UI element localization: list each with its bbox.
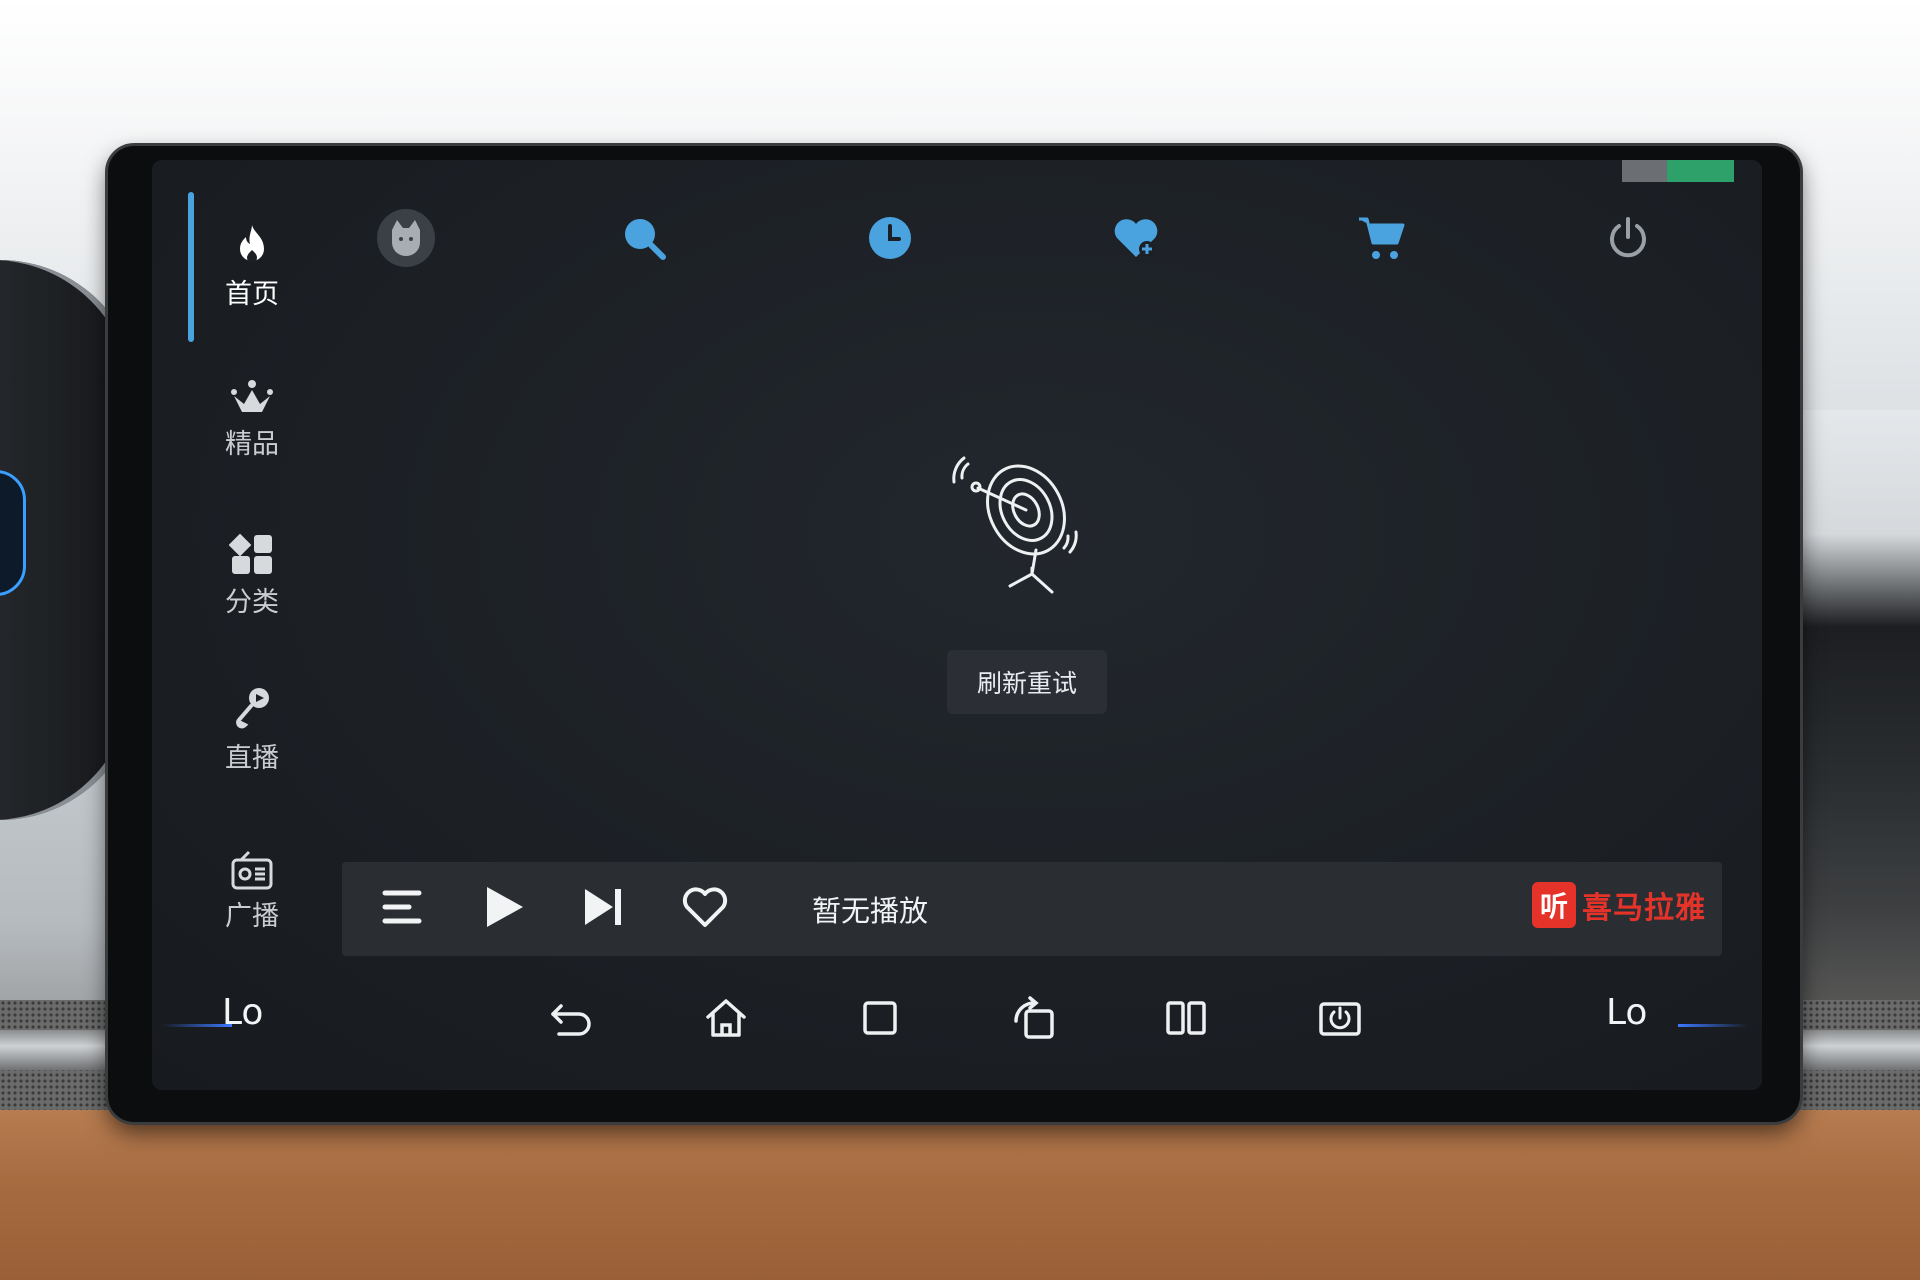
- brand-badge: 听: [1532, 882, 1576, 928]
- play-icon: [481, 884, 525, 934]
- screen-off-icon: [1317, 998, 1363, 1042]
- history-clock-icon: [865, 213, 915, 267]
- home-button[interactable]: [698, 992, 754, 1048]
- refresh-retry-button[interactable]: 刷新重试: [947, 650, 1107, 714]
- heart-outline-icon: [680, 884, 730, 934]
- avatar-icon: [376, 208, 436, 272]
- right-temperature[interactable]: Lo: [1606, 992, 1647, 1033]
- sidebar-item-label: 广播: [225, 901, 279, 932]
- power-icon: [1604, 214, 1652, 266]
- power-button[interactable]: [1598, 210, 1658, 270]
- satellite-dish-icon: [948, 450, 1098, 600]
- split-screen-icon: [1164, 998, 1208, 1042]
- sidebar-item-label: 首页: [225, 279, 279, 310]
- sidebar-item-premium[interactable]: 精品: [192, 378, 312, 461]
- sidebar-item-label: 精品: [225, 429, 279, 460]
- favorite-button[interactable]: [680, 884, 730, 934]
- next-track-button[interactable]: [578, 884, 628, 934]
- radio-icon: [229, 850, 275, 890]
- rotate-screen-button[interactable]: [1006, 992, 1062, 1048]
- sidebar-item-label: 直播: [225, 743, 279, 774]
- sidebar-item-live[interactable]: 直播: [192, 686, 312, 775]
- grid-icon: [229, 532, 275, 576]
- back-icon: [549, 998, 595, 1042]
- play-button[interactable]: [478, 884, 528, 934]
- user-avatar-button[interactable]: [376, 208, 436, 272]
- playlist-icon: [381, 887, 425, 931]
- screen-off-button[interactable]: [1312, 992, 1368, 1048]
- recents-icon: [860, 998, 900, 1042]
- skip-next-icon: [581, 885, 625, 933]
- mini-player: 暂无播放 听 喜马拉雅: [342, 862, 1722, 956]
- sidebar-item-radio[interactable]: 广播: [192, 850, 312, 933]
- flame-icon: [229, 222, 275, 268]
- status-indicator: [1622, 160, 1734, 182]
- brand-name: 喜马拉雅: [1582, 891, 1706, 926]
- now-playing-text: 暂无播放: [812, 894, 929, 928]
- sidebar-item-categories[interactable]: 分类: [192, 532, 312, 619]
- sidebar-item-home[interactable]: 首页: [192, 222, 312, 311]
- home-icon: [704, 997, 748, 1043]
- instrument-cluster-edge: [0, 470, 26, 596]
- search-icon: [619, 213, 669, 267]
- split-screen-button[interactable]: [1158, 992, 1214, 1048]
- store-button[interactable]: [1352, 210, 1412, 270]
- system-nav-bar: Lo Lo: [152, 980, 1762, 1060]
- microphone-icon: [229, 686, 275, 732]
- sidebar-item-label: 分类: [225, 587, 279, 618]
- ximalaya-logo: 听 喜马拉雅: [1532, 882, 1706, 928]
- favorites-heart-icon: [1111, 213, 1161, 267]
- sidebar: 首页 精品 分类 直播 广播: [152, 160, 322, 940]
- history-button[interactable]: [860, 210, 920, 270]
- climate-accent-right: [1678, 1024, 1748, 1027]
- left-temperature[interactable]: Lo: [222, 992, 263, 1033]
- search-button[interactable]: [614, 210, 674, 270]
- cart-icon: [1356, 213, 1408, 267]
- favorites-button[interactable]: [1106, 210, 1166, 270]
- recents-button[interactable]: [852, 992, 908, 1048]
- back-button[interactable]: [544, 992, 600, 1048]
- playlist-button[interactable]: [378, 884, 428, 934]
- wood-trim: [0, 1110, 1920, 1280]
- infotainment-screen: 首页 精品 分类 直播 广播 刷新重试 暂无播放 听 喜马拉雅 Lo Lo: [152, 160, 1762, 1090]
- rotate-screen-icon: [1010, 995, 1058, 1045]
- crown-icon: [229, 378, 275, 418]
